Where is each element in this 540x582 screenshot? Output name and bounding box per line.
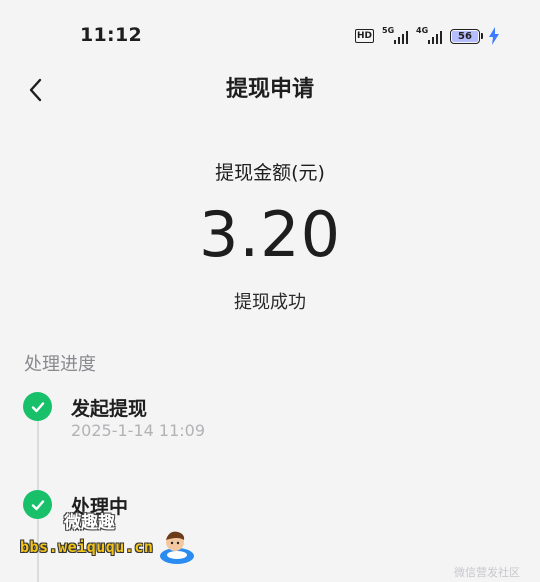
status-icons: HD 5G 4G 56 xyxy=(354,26,500,46)
status-bar: 11:12 HD 5G 4G 56 xyxy=(0,0,540,72)
progress-title: 处理进度 xyxy=(24,354,96,375)
hd-icon: HD xyxy=(354,29,374,43)
amount-label: 提现金额(元) xyxy=(215,162,325,184)
watermark-site: bbs.weiququ.cn xyxy=(20,538,154,556)
signal-4g-icon: 4G xyxy=(416,26,442,45)
withdraw-amount: 3.20 xyxy=(198,198,342,271)
charging-bolt-icon xyxy=(489,27,499,45)
watermark-mascot-icon xyxy=(160,531,194,564)
page-title: 提现申请 xyxy=(225,77,314,102)
step-check-icon xyxy=(23,392,52,421)
corner-watermark: 微信营发社区 xyxy=(454,566,520,579)
status-time: 11:12 xyxy=(80,24,142,46)
watermark: 微趣趣 bbs.weiququ.cn xyxy=(20,508,202,568)
step-title: 发起提现 xyxy=(71,398,148,420)
withdraw-status: 提现成功 xyxy=(234,292,306,313)
step-time: 2025-1-14 11:09 xyxy=(71,421,205,440)
battery-icon: 56 xyxy=(450,28,483,44)
network-5g-label: 5G xyxy=(382,26,395,35)
signal-5g-icon: 5G xyxy=(382,26,408,45)
network-4g-label: 4G xyxy=(416,26,429,35)
battery-level: 56 xyxy=(452,30,478,42)
watermark-title: 微趣趣 xyxy=(64,513,115,533)
